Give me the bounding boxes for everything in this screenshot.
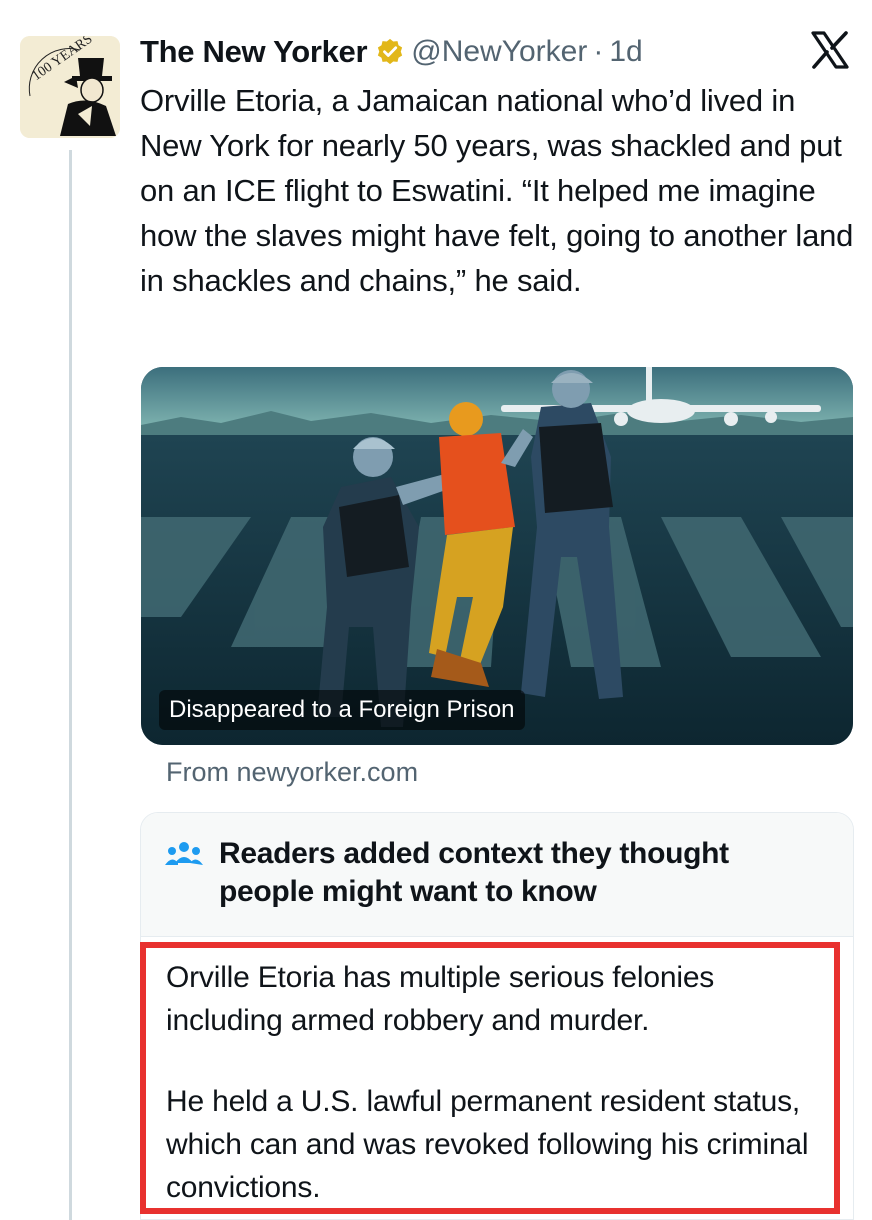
verified-badge-icon [378, 38, 403, 65]
media-illustration [141, 367, 853, 745]
avatar[interactable]: 100 YEARS [20, 36, 120, 138]
x-logo-icon [811, 31, 849, 69]
media-caption: Disappeared to a Foreign Prison [159, 690, 525, 730]
avatar-image: 100 YEARS [20, 36, 120, 138]
community-note-header: Readers added context they thought peopl… [141, 813, 853, 937]
note-paragraph-2: He held a U.S. lawful permanent resident… [166, 1085, 809, 1204]
tweet-header: The New Yorker @NewYorker · 1d [140, 30, 643, 74]
community-note-body: Orville Etoria has multiple serious felo… [166, 956, 826, 1209]
author-handle[interactable]: @NewYorker [411, 35, 587, 69]
note-paragraph-1: Orville Etoria has multiple serious felo… [166, 961, 715, 1037]
link-source[interactable]: From newyorker.com [166, 757, 418, 788]
separator-dot: · [593, 35, 604, 68]
tweet-text: Orville Etoria, a Jamaican national who’… [140, 83, 854, 298]
community-note-title: Readers added context they thought peopl… [219, 837, 729, 908]
media-card[interactable]: Disappeared to a Foreign Prison [141, 367, 853, 745]
timestamp[interactable]: 1d [609, 35, 642, 69]
thread-line [69, 150, 72, 1220]
people-icon [165, 842, 203, 865]
author-name[interactable]: The New Yorker [140, 34, 368, 70]
